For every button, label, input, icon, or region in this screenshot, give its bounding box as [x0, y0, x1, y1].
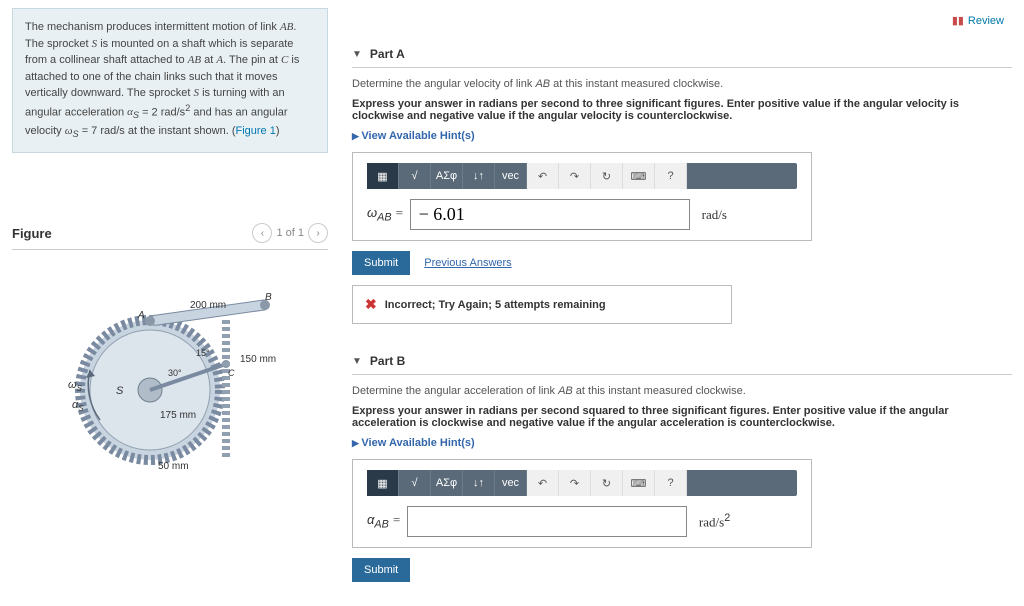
part-b-toolbar: ▦ √ ΑΣφ ↓↑ vec ↶ ↷ ↻ ⌨ ? — [367, 470, 797, 496]
svg-text:ωS: ωS — [68, 379, 83, 393]
part-a-title: Part A — [370, 47, 405, 61]
part-a-previous-answers[interactable]: Previous Answers — [424, 257, 511, 269]
collapse-icon: ▼ — [352, 49, 362, 60]
figure-title: Figure — [12, 226, 52, 241]
figure-prev-button[interactable]: ‹ — [252, 223, 272, 243]
part-a-variable: ωAB = — [367, 205, 404, 224]
part-b-submit-button[interactable]: Submit — [352, 558, 410, 582]
vec-icon[interactable]: vec — [495, 470, 527, 496]
part-a-submit-button[interactable]: Submit — [352, 251, 410, 275]
part-b-unit: rad/s2 — [699, 512, 730, 530]
keyboard-icon[interactable]: ⌨ — [623, 470, 655, 496]
svg-text:150 mm: 150 mm — [240, 354, 276, 365]
undo-icon[interactable]: ↶ — [527, 163, 559, 189]
help-icon[interactable]: ? — [655, 470, 687, 496]
svg-text:200 mm: 200 mm — [190, 300, 226, 311]
part-a-header[interactable]: ▼ Part A — [352, 41, 1012, 68]
redo-icon[interactable]: ↷ — [559, 163, 591, 189]
figure-diagram: 200 mm B A 150 mm C 15° 30° 175 mm 50 mm… — [12, 270, 328, 480]
part-a-feedback: ✖ Incorrect; Try Again; 5 attempts remai… — [352, 285, 732, 324]
part-b-answer-box: ▦ √ ΑΣφ ↓↑ vec ↶ ↷ ↻ ⌨ ? αAB = rad/s2 — [352, 459, 812, 548]
incorrect-icon: ✖ — [365, 296, 377, 313]
svg-text:S: S — [116, 385, 124, 397]
svg-text:175 mm: 175 mm — [160, 410, 196, 421]
part-a-feedback-text: Incorrect; Try Again; 5 attempts remaini… — [385, 299, 606, 311]
figure-next-button[interactable]: › — [308, 223, 328, 243]
collapse-icon: ▼ — [352, 356, 362, 367]
part-b-express: Express your answer in radians per secon… — [352, 405, 1012, 429]
part-b-variable: αAB = — [367, 512, 401, 531]
keyboard-icon[interactable]: ⌨ — [623, 163, 655, 189]
svg-text:C: C — [228, 368, 235, 378]
sigma-icon[interactable]: ΑΣφ — [431, 163, 463, 189]
reset-icon[interactable]: ↻ — [591, 470, 623, 496]
svg-text:30°: 30° — [168, 368, 182, 378]
part-b-hints[interactable]: View Available Hint(s) — [352, 437, 1012, 449]
templates-icon[interactable]: ▦ — [367, 470, 399, 496]
xexp-icon[interactable]: ↓↑ — [463, 470, 495, 496]
review-link[interactable]: Review — [968, 15, 1004, 27]
svg-text:B: B — [265, 292, 272, 303]
part-a-express: Express your answer in radians per secon… — [352, 98, 1012, 122]
part-a-hints[interactable]: View Available Hint(s) — [352, 130, 1012, 142]
part-b-input[interactable] — [407, 506, 687, 537]
root-icon[interactable]: √ — [399, 470, 431, 496]
part-b-header[interactable]: ▼ Part B — [352, 348, 1012, 375]
part-b-instruction: Determine the angular acceleration of li… — [352, 385, 1012, 397]
part-a-unit: rad/s — [702, 207, 727, 223]
xexp-icon[interactable]: ↓↑ — [463, 163, 495, 189]
svg-text:50 mm: 50 mm — [158, 461, 189, 472]
svg-text:A: A — [137, 310, 145, 321]
vec-icon[interactable]: vec — [495, 163, 527, 189]
svg-text:15°: 15° — [196, 348, 210, 358]
problem-statement: The mechanism produces intermittent moti… — [12, 8, 328, 153]
figure-pager: 1 of 1 — [276, 227, 304, 239]
part-a-toolbar: ▦ √ ΑΣφ ↓↑ vec ↶ ↷ ↻ ⌨ ? — [367, 163, 797, 189]
part-b-title: Part B — [370, 354, 405, 368]
part-a-input[interactable] — [410, 199, 690, 230]
undo-icon[interactable]: ↶ — [527, 470, 559, 496]
templates-icon[interactable]: ▦ — [367, 163, 399, 189]
root-icon[interactable]: √ — [399, 163, 431, 189]
reset-icon[interactable]: ↻ — [591, 163, 623, 189]
figure-link[interactable]: Figure 1 — [235, 125, 275, 137]
sigma-icon[interactable]: ΑΣφ — [431, 470, 463, 496]
part-a-answer-box: ▦ √ ΑΣφ ↓↑ vec ↶ ↷ ↻ ⌨ ? ωAB = rad/s — [352, 152, 812, 241]
part-a-instruction: Determine the angular velocity of link A… — [352, 78, 1012, 90]
flag-icon: ▮▮ — [952, 14, 964, 27]
redo-icon[interactable]: ↷ — [559, 470, 591, 496]
help-icon[interactable]: ? — [655, 163, 687, 189]
